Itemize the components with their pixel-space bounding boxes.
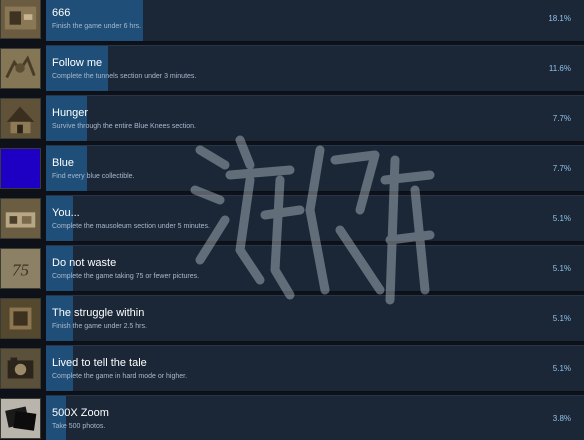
achievement-description: Take 500 photos. — [52, 423, 106, 430]
achievement-panel: 666 Finish the game under 6 hrs. 18.1% — [46, 0, 584, 42]
achievement-percent: 5.1% — [552, 314, 571, 323]
achievement-title: Blue — [52, 157, 75, 169]
achievement-percent: 5.1% — [552, 264, 571, 273]
achievement-description: Survive through the entire Blue Knees se… — [52, 123, 196, 130]
achievement-description: Complete the mausoleum section under 5 m… — [52, 223, 210, 230]
achievement-panel: Follow me Complete the tunnels section un… — [46, 45, 584, 92]
achievement-row: 500X Zoom Take 500 photos. 3.8% — [0, 395, 584, 440]
achievement-description: Complete the game in hard mode or higher… — [52, 373, 188, 380]
achievement-row: Hunger Survive through the entire Blue Kn… — [0, 95, 584, 142]
achievement-percent: 11.6% — [548, 64, 571, 73]
achievement-row: 75 Do not waste Complete the game taking 7… — [0, 245, 584, 292]
achievement-percent: 7.7% — [552, 114, 571, 123]
camera-icon — [0, 348, 41, 389]
achievement-list: 666 Finish the game under 6 hrs. 18.1% Fol… — [0, 0, 584, 440]
achievement-title: The struggle within — [52, 307, 145, 319]
game-scene-icon — [0, 0, 41, 39]
achievement-description: Complete the tunnels section under 3 min… — [52, 73, 197, 80]
achievement-panel: Do not waste Complete the game taking 75 … — [46, 245, 584, 292]
achievement-description: Finish the game under 6 hrs. — [52, 23, 142, 30]
achievement-row: 666 Finish the game under 6 hrs. 18.1% — [0, 0, 584, 42]
blue-square-icon — [0, 148, 41, 189]
achievement-percent: 5.1% — [552, 214, 571, 223]
house-icon — [0, 98, 41, 139]
achievement-description: Finish the game under 2.5 hrs. — [52, 323, 147, 330]
achievement-title: 666 — [52, 7, 71, 19]
mausoleum-icon — [0, 198, 41, 239]
achievement-panel: The struggle within Finish the game under… — [46, 295, 584, 342]
number-75-icon: 75 — [0, 248, 41, 289]
box-icon — [0, 298, 41, 339]
achievement-row: Lived to tell the tale Complete the game … — [0, 345, 584, 392]
achievement-title: Follow me — [52, 57, 103, 69]
achievement-title: 500X Zoom — [52, 407, 109, 419]
achievement-panel: Blue Find every blue collectible. 7.7% — [46, 145, 584, 192]
achievement-title: You... — [52, 207, 80, 219]
achievement-title: Hunger — [52, 107, 89, 119]
photos-icon — [0, 398, 41, 439]
achievement-row: Blue Find every blue collectible. 7.7% — [0, 145, 584, 192]
achievement-row: The struggle within Finish the game under… — [0, 295, 584, 342]
achievement-panel: Lived to tell the tale Complete the game … — [46, 345, 584, 392]
achievement-description: Find every blue collectible. — [52, 173, 135, 180]
achievement-percent: 18.1% — [548, 14, 571, 23]
achievement-percent: 3.8% — [552, 414, 571, 423]
achievement-panel: 500X Zoom Take 500 photos. 3.8% — [46, 395, 584, 440]
svg-text:75: 75 — [12, 261, 30, 280]
achievement-title: Lived to tell the tale — [52, 357, 147, 369]
achievement-panel: You... Complete the mausoleum section und… — [46, 195, 584, 242]
achievement-panel: Hunger Survive through the entire Blue Kn… — [46, 95, 584, 142]
achievement-title: Do not waste — [52, 257, 117, 269]
achievement-description: Complete the game taking 75 or fewer pic… — [52, 273, 200, 280]
tunnel-icon — [0, 48, 41, 89]
achievement-percent: 5.1% — [552, 364, 571, 373]
achievement-percent: 7.7% — [552, 164, 571, 173]
achievement-row: Follow me Complete the tunnels section un… — [0, 45, 584, 92]
achievement-row: You... Complete the mausoleum section und… — [0, 195, 584, 242]
